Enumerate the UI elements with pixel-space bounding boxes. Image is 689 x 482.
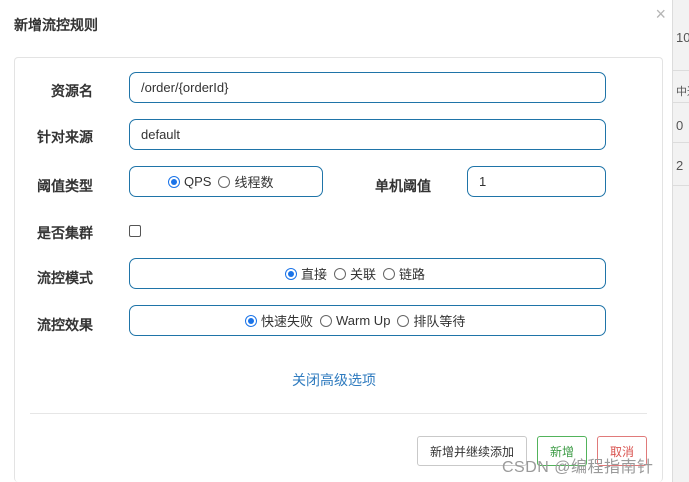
cluster-label: 是否集群: [37, 225, 93, 241]
close-advanced-options-link[interactable]: 关闭高级选项: [292, 370, 376, 390]
flow-rule-dialog: 新增流控规则 × 资源名 /order/{orderId} 针对来源 defau…: [0, 0, 672, 482]
radio-unselected-icon: [397, 314, 410, 327]
background-cell: 10: [676, 30, 689, 45]
radio-selected-icon: [285, 267, 297, 280]
close-icon[interactable]: ×: [655, 4, 666, 24]
threshold-type-option-qps[interactable]: QPS: [168, 174, 211, 189]
radio-option-label: 线程数: [234, 175, 274, 190]
background-row-divider: [672, 102, 689, 103]
radio-option-label: QPS: [184, 174, 212, 189]
radio-option-label: 链路: [399, 267, 426, 282]
single-threshold-label: 单机阈值: [375, 178, 431, 194]
dialog-header: 新增流控规则 ×: [0, 0, 672, 50]
source-input[interactable]: default: [129, 119, 606, 150]
background-row-divider: [672, 70, 689, 71]
control-mode-label: 流控模式: [37, 270, 93, 286]
radio-option-label: 关联: [350, 267, 377, 282]
threshold-type-option-threads[interactable]: 线程数: [218, 172, 273, 191]
radio-selected-icon: [245, 314, 257, 327]
csdn-watermark: CSDN @编程指南针: [502, 459, 654, 476]
radio-unselected-icon: [218, 175, 231, 188]
background-row-divider: [672, 185, 689, 186]
control-effect-radio-group: 快速失败 Warm Up 排队等待: [129, 305, 606, 336]
radio-option-label: 快速失败: [261, 314, 314, 329]
background-cell: 0: [676, 118, 684, 133]
control-effect-label: 流控效果: [37, 317, 93, 333]
radio-selected-icon: [168, 175, 180, 188]
dialog-title: 新增流控规则: [14, 17, 98, 33]
control-mode-option-direct[interactable]: 直接: [285, 264, 327, 283]
threshold-type-radio-group: QPS 线程数: [129, 166, 323, 197]
radio-unselected-icon: [383, 267, 396, 280]
cluster-checkbox[interactable]: [129, 225, 141, 237]
control-mode-option-chain[interactable]: 链路: [383, 264, 425, 283]
control-mode-radio-group: 直接 关联 链路: [129, 258, 606, 289]
radio-option-label: 直接: [301, 267, 328, 282]
source-label: 针对来源: [37, 129, 93, 145]
background-row-divider: [672, 142, 689, 143]
resource-name-label: 资源名: [51, 83, 93, 99]
control-effect-option-queue[interactable]: 排队等待: [397, 311, 465, 330]
footer-divider: [30, 413, 647, 414]
resource-name-input[interactable]: /order/{orderId}: [129, 72, 606, 103]
background-cell: 中通: [676, 86, 689, 98]
control-mode-option-relate[interactable]: 关联: [334, 264, 376, 283]
radio-option-label: Warm Up: [336, 313, 391, 328]
radio-unselected-icon: [320, 314, 333, 327]
control-effect-option-fast-fail[interactable]: 快速失败: [245, 311, 313, 330]
control-effect-option-warm-up[interactable]: Warm Up: [320, 313, 390, 328]
single-threshold-input[interactable]: 1: [467, 166, 606, 197]
radio-unselected-icon: [334, 267, 347, 280]
background-table-column: [672, 0, 689, 482]
threshold-type-label: 阈值类型: [37, 178, 93, 194]
background-cell: 2: [676, 158, 684, 173]
radio-option-label: 排队等待: [413, 314, 466, 329]
